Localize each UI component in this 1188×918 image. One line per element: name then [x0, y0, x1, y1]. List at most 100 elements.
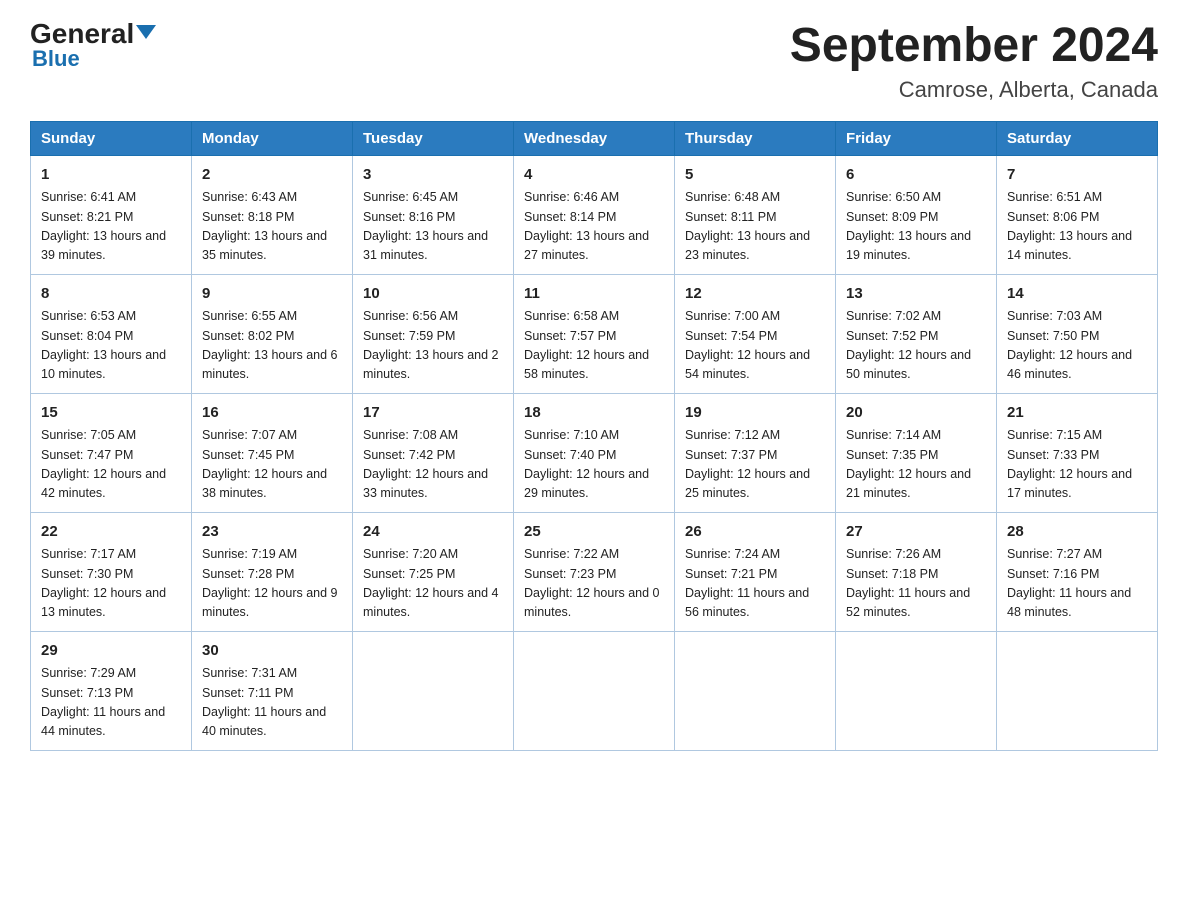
day-info: Sunrise: 7:12 AMSunset: 7:37 PMDaylight:… — [685, 428, 810, 500]
day-info: Sunrise: 6:55 AMSunset: 8:02 PMDaylight:… — [202, 309, 338, 381]
col-header-wednesday: Wednesday — [514, 121, 675, 155]
col-header-tuesday: Tuesday — [353, 121, 514, 155]
calendar-cell-23: 23 Sunrise: 7:19 AMSunset: 7:28 PMDaylig… — [192, 512, 353, 631]
day-number: 1 — [41, 164, 181, 187]
calendar-cell-26: 26 Sunrise: 7:24 AMSunset: 7:21 PMDaylig… — [675, 512, 836, 631]
week-row-4: 22 Sunrise: 7:17 AMSunset: 7:30 PMDaylig… — [31, 512, 1158, 631]
col-header-thursday: Thursday — [675, 121, 836, 155]
calendar-cell-15: 15 Sunrise: 7:05 AMSunset: 7:47 PMDaylig… — [31, 393, 192, 512]
calendar-cell-5: 5 Sunrise: 6:48 AMSunset: 8:11 PMDayligh… — [675, 155, 836, 274]
day-number: 23 — [202, 521, 342, 544]
day-number: 25 — [524, 521, 664, 544]
day-info: Sunrise: 7:27 AMSunset: 7:16 PMDaylight:… — [1007, 547, 1131, 619]
day-number: 9 — [202, 283, 342, 306]
day-info: Sunrise: 7:07 AMSunset: 7:45 PMDaylight:… — [202, 428, 327, 500]
calendar-cell-30: 30 Sunrise: 7:31 AMSunset: 7:11 PMDaylig… — [192, 631, 353, 750]
page-header: General Blue September 2024 Camrose, Alb… — [30, 20, 1158, 103]
day-number: 7 — [1007, 164, 1147, 187]
day-number: 29 — [41, 640, 181, 663]
calendar-cell-28: 28 Sunrise: 7:27 AMSunset: 7:16 PMDaylig… — [997, 512, 1158, 631]
day-info: Sunrise: 7:20 AMSunset: 7:25 PMDaylight:… — [363, 547, 499, 619]
day-info: Sunrise: 7:26 AMSunset: 7:18 PMDaylight:… — [846, 547, 970, 619]
calendar-cell-22: 22 Sunrise: 7:17 AMSunset: 7:30 PMDaylig… — [31, 512, 192, 631]
day-number: 21 — [1007, 402, 1147, 425]
day-info: Sunrise: 7:22 AMSunset: 7:23 PMDaylight:… — [524, 547, 660, 619]
day-number: 11 — [524, 283, 664, 306]
logo-triangle-icon — [136, 25, 156, 39]
day-number: 22 — [41, 521, 181, 544]
day-info: Sunrise: 6:58 AMSunset: 7:57 PMDaylight:… — [524, 309, 649, 381]
calendar-cell-4: 4 Sunrise: 6:46 AMSunset: 8:14 PMDayligh… — [514, 155, 675, 274]
day-info: Sunrise: 7:29 AMSunset: 7:13 PMDaylight:… — [41, 666, 165, 738]
day-info: Sunrise: 6:50 AMSunset: 8:09 PMDaylight:… — [846, 190, 971, 262]
day-number: 14 — [1007, 283, 1147, 306]
day-info: Sunrise: 7:31 AMSunset: 7:11 PMDaylight:… — [202, 666, 326, 738]
col-header-sunday: Sunday — [31, 121, 192, 155]
day-info: Sunrise: 6:41 AMSunset: 8:21 PMDaylight:… — [41, 190, 166, 262]
day-info: Sunrise: 7:24 AMSunset: 7:21 PMDaylight:… — [685, 547, 809, 619]
day-info: Sunrise: 7:02 AMSunset: 7:52 PMDaylight:… — [846, 309, 971, 381]
day-info: Sunrise: 6:46 AMSunset: 8:14 PMDaylight:… — [524, 190, 649, 262]
col-header-saturday: Saturday — [997, 121, 1158, 155]
day-info: Sunrise: 7:00 AMSunset: 7:54 PMDaylight:… — [685, 309, 810, 381]
calendar-table: Sunday Monday Tuesday Wednesday Thursday… — [30, 121, 1158, 751]
day-number: 27 — [846, 521, 986, 544]
day-info: Sunrise: 7:15 AMSunset: 7:33 PMDaylight:… — [1007, 428, 1132, 500]
calendar-cell-10: 10 Sunrise: 6:56 AMSunset: 7:59 PMDaylig… — [353, 274, 514, 393]
logo-general: General — [30, 20, 156, 48]
calendar-cell-20: 20 Sunrise: 7:14 AMSunset: 7:35 PMDaylig… — [836, 393, 997, 512]
day-number: 17 — [363, 402, 503, 425]
week-row-5: 29 Sunrise: 7:29 AMSunset: 7:13 PMDaylig… — [31, 631, 1158, 750]
day-info: Sunrise: 6:43 AMSunset: 8:18 PMDaylight:… — [202, 190, 327, 262]
calendar-cell-14: 14 Sunrise: 7:03 AMSunset: 7:50 PMDaylig… — [997, 274, 1158, 393]
calendar-cell-24: 24 Sunrise: 7:20 AMSunset: 7:25 PMDaylig… — [353, 512, 514, 631]
day-number: 15 — [41, 402, 181, 425]
calendar-cell-11: 11 Sunrise: 6:58 AMSunset: 7:57 PMDaylig… — [514, 274, 675, 393]
calendar-cell-25: 25 Sunrise: 7:22 AMSunset: 7:23 PMDaylig… — [514, 512, 675, 631]
calendar-cell-8: 8 Sunrise: 6:53 AMSunset: 8:04 PMDayligh… — [31, 274, 192, 393]
day-info: Sunrise: 6:48 AMSunset: 8:11 PMDaylight:… — [685, 190, 810, 262]
day-number: 24 — [363, 521, 503, 544]
day-info: Sunrise: 7:03 AMSunset: 7:50 PMDaylight:… — [1007, 309, 1132, 381]
col-header-friday: Friday — [836, 121, 997, 155]
day-number: 2 — [202, 164, 342, 187]
day-number: 6 — [846, 164, 986, 187]
calendar-cell-18: 18 Sunrise: 7:10 AMSunset: 7:40 PMDaylig… — [514, 393, 675, 512]
day-number: 30 — [202, 640, 342, 663]
calendar-cell-3: 3 Sunrise: 6:45 AMSunset: 8:16 PMDayligh… — [353, 155, 514, 274]
day-number: 19 — [685, 402, 825, 425]
month-title: September 2024 — [790, 20, 1158, 73]
calendar-cell-35 — [997, 631, 1158, 750]
day-number: 20 — [846, 402, 986, 425]
day-info: Sunrise: 7:14 AMSunset: 7:35 PMDaylight:… — [846, 428, 971, 500]
calendar-cell-21: 21 Sunrise: 7:15 AMSunset: 7:33 PMDaylig… — [997, 393, 1158, 512]
week-row-1: 1 Sunrise: 6:41 AMSunset: 8:21 PMDayligh… — [31, 155, 1158, 274]
day-number: 5 — [685, 164, 825, 187]
calendar-cell-31 — [353, 631, 514, 750]
day-info: Sunrise: 6:45 AMSunset: 8:16 PMDaylight:… — [363, 190, 488, 262]
calendar-cell-27: 27 Sunrise: 7:26 AMSunset: 7:18 PMDaylig… — [836, 512, 997, 631]
day-number: 18 — [524, 402, 664, 425]
title-block: September 2024 Camrose, Alberta, Canada — [790, 20, 1158, 103]
calendar-header-row: Sunday Monday Tuesday Wednesday Thursday… — [31, 121, 1158, 155]
calendar-cell-12: 12 Sunrise: 7:00 AMSunset: 7:54 PMDaylig… — [675, 274, 836, 393]
location: Camrose, Alberta, Canada — [790, 77, 1158, 103]
col-header-monday: Monday — [192, 121, 353, 155]
calendar-cell-17: 17 Sunrise: 7:08 AMSunset: 7:42 PMDaylig… — [353, 393, 514, 512]
calendar-cell-7: 7 Sunrise: 6:51 AMSunset: 8:06 PMDayligh… — [997, 155, 1158, 274]
day-number: 13 — [846, 283, 986, 306]
week-row-3: 15 Sunrise: 7:05 AMSunset: 7:47 PMDaylig… — [31, 393, 1158, 512]
day-info: Sunrise: 6:53 AMSunset: 8:04 PMDaylight:… — [41, 309, 166, 381]
day-number: 26 — [685, 521, 825, 544]
day-number: 16 — [202, 402, 342, 425]
calendar-cell-16: 16 Sunrise: 7:07 AMSunset: 7:45 PMDaylig… — [192, 393, 353, 512]
day-number: 28 — [1007, 521, 1147, 544]
day-number: 10 — [363, 283, 503, 306]
calendar-cell-13: 13 Sunrise: 7:02 AMSunset: 7:52 PMDaylig… — [836, 274, 997, 393]
calendar-cell-1: 1 Sunrise: 6:41 AMSunset: 8:21 PMDayligh… — [31, 155, 192, 274]
logo-blue: Blue — [32, 46, 80, 72]
day-number: 8 — [41, 283, 181, 306]
logo: General Blue — [30, 20, 156, 72]
calendar-cell-33 — [675, 631, 836, 750]
day-number: 12 — [685, 283, 825, 306]
